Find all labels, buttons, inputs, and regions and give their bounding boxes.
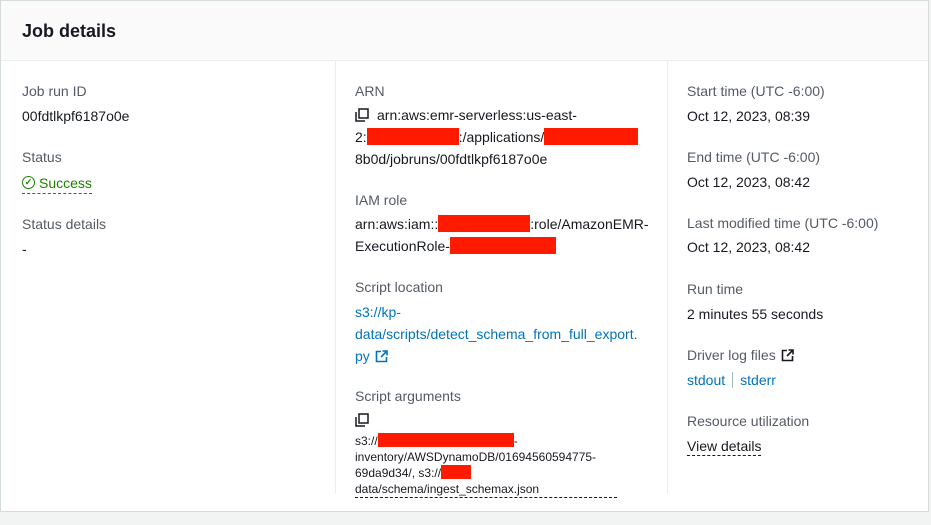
- args-line-1-prefix: s3://: [355, 434, 378, 448]
- script-arguments-value: s3:// - inventory/AWSDynamoDB/01694560594…: [355, 433, 617, 498]
- iam-line-2-prefix: ExecutionRole-: [355, 238, 450, 254]
- job-details-panel: Job details Job run ID 00fdtlkpf6187o0e …: [0, 0, 929, 512]
- end-time-label: End time (UTC -6:00): [687, 149, 821, 165]
- driver-log-files-text: Driver log files: [687, 347, 776, 363]
- external-link-icon[interactable]: [781, 349, 794, 362]
- args-line-2: inventory/AWSDynamoDB/01694560594775-: [355, 450, 597, 464]
- link-divider: [732, 372, 734, 388]
- last-modified-value: Oct 12, 2023, 08:42: [687, 239, 810, 255]
- start-time-label: Start time (UTC -6:00): [687, 83, 825, 99]
- last-modified-label: Last modified time (UTC -6:00): [687, 215, 879, 231]
- redaction-block: [441, 465, 472, 479]
- job-run-id-value: 00fdtlkpf6187o0e: [22, 108, 130, 124]
- resource-utilization-label: Resource utilization: [687, 413, 810, 429]
- column-3: Start time (UTC -6:00) Oct 12, 2023, 08:…: [667, 61, 929, 493]
- script-arguments-copy[interactable]: [355, 412, 377, 428]
- panel-header: Job details: [1, 1, 928, 61]
- redaction-block: [449, 237, 556, 254]
- args-line-4: data/schema/ingest_schemax.json: [355, 482, 540, 496]
- iam-line-1-prefix: arn:aws:iam::: [355, 216, 439, 232]
- stderr-link[interactable]: stderr: [740, 372, 776, 388]
- status-value: Success: [39, 174, 92, 191]
- script-location-line-2[interactable]: data/scripts/detect_schema_from_full_exp…: [355, 326, 637, 342]
- script-location-line-1[interactable]: s3://kp-: [355, 304, 401, 320]
- status-details-label: Status details: [22, 216, 107, 232]
- panel-title: Job details: [22, 21, 117, 41]
- arn-line-1: arn:aws:emr-serverless:us-east-: [377, 107, 577, 123]
- page-background-strip: [0, 512, 931, 525]
- redaction-block: [544, 128, 639, 145]
- check-circle-icon: ✓: [22, 176, 35, 189]
- arn-label: ARN: [355, 83, 385, 99]
- column-2: ARN arn:aws:emr-serverless:us-east- 2: :/…: [335, 61, 655, 498]
- script-location-link[interactable]: s3://kp- data/scripts/detect_schema_from…: [355, 301, 655, 367]
- copy-icon[interactable]: [355, 108, 369, 122]
- stdout-link[interactable]: stdout: [687, 372, 725, 388]
- external-link-icon[interactable]: [375, 350, 388, 363]
- script-location-line-3[interactable]: py: [355, 348, 370, 364]
- iam-role-label: IAM role: [355, 192, 408, 208]
- driver-log-files-label: Driver log files: [687, 346, 794, 364]
- status-badge[interactable]: ✓ Success: [22, 172, 92, 194]
- job-run-id-label: Job run ID: [22, 83, 87, 99]
- start-time-value: Oct 12, 2023, 08:39: [687, 108, 810, 124]
- column-1: Job run ID 00fdtlkpf6187o0e Status ✓ Suc…: [22, 61, 322, 493]
- copy-icon[interactable]: [355, 413, 369, 427]
- arn-line-2-prefix: 2:: [355, 129, 367, 145]
- arn-line-3: 8b0d/jobruns/00fdtlkpf6187o0e: [355, 151, 548, 167]
- arn-line-2-mid: :/applications/: [458, 129, 545, 145]
- end-time-value: Oct 12, 2023, 08:42: [687, 174, 810, 190]
- redaction-block: [366, 128, 459, 145]
- run-time-value: 2 minutes 55 seconds: [687, 306, 824, 322]
- iam-line-1-suffix: :role/AmazonEMR-: [530, 216, 649, 232]
- driver-log-links: stdout stderr: [687, 371, 776, 389]
- status-details-value: -: [22, 241, 27, 257]
- script-location-label: Script location: [355, 279, 443, 295]
- run-time-label: Run time: [687, 281, 744, 297]
- redaction-block: [377, 433, 514, 447]
- view-details-link[interactable]: View details: [687, 438, 762, 456]
- args-line-1-suffix: -: [513, 434, 518, 448]
- status-label: Status: [22, 149, 62, 165]
- script-arguments-label: Script arguments: [355, 388, 461, 404]
- view-details-wrapper: View details: [687, 437, 762, 456]
- arn-value: arn:aws:emr-serverless:us-east- 2: :/appl…: [355, 104, 650, 170]
- redaction-block: [438, 215, 531, 232]
- iam-role-value: arn:aws:iam:::role/AmazonEMR- ExecutionR…: [355, 213, 655, 257]
- args-line-3: 69da9d34/, s3://: [355, 466, 442, 480]
